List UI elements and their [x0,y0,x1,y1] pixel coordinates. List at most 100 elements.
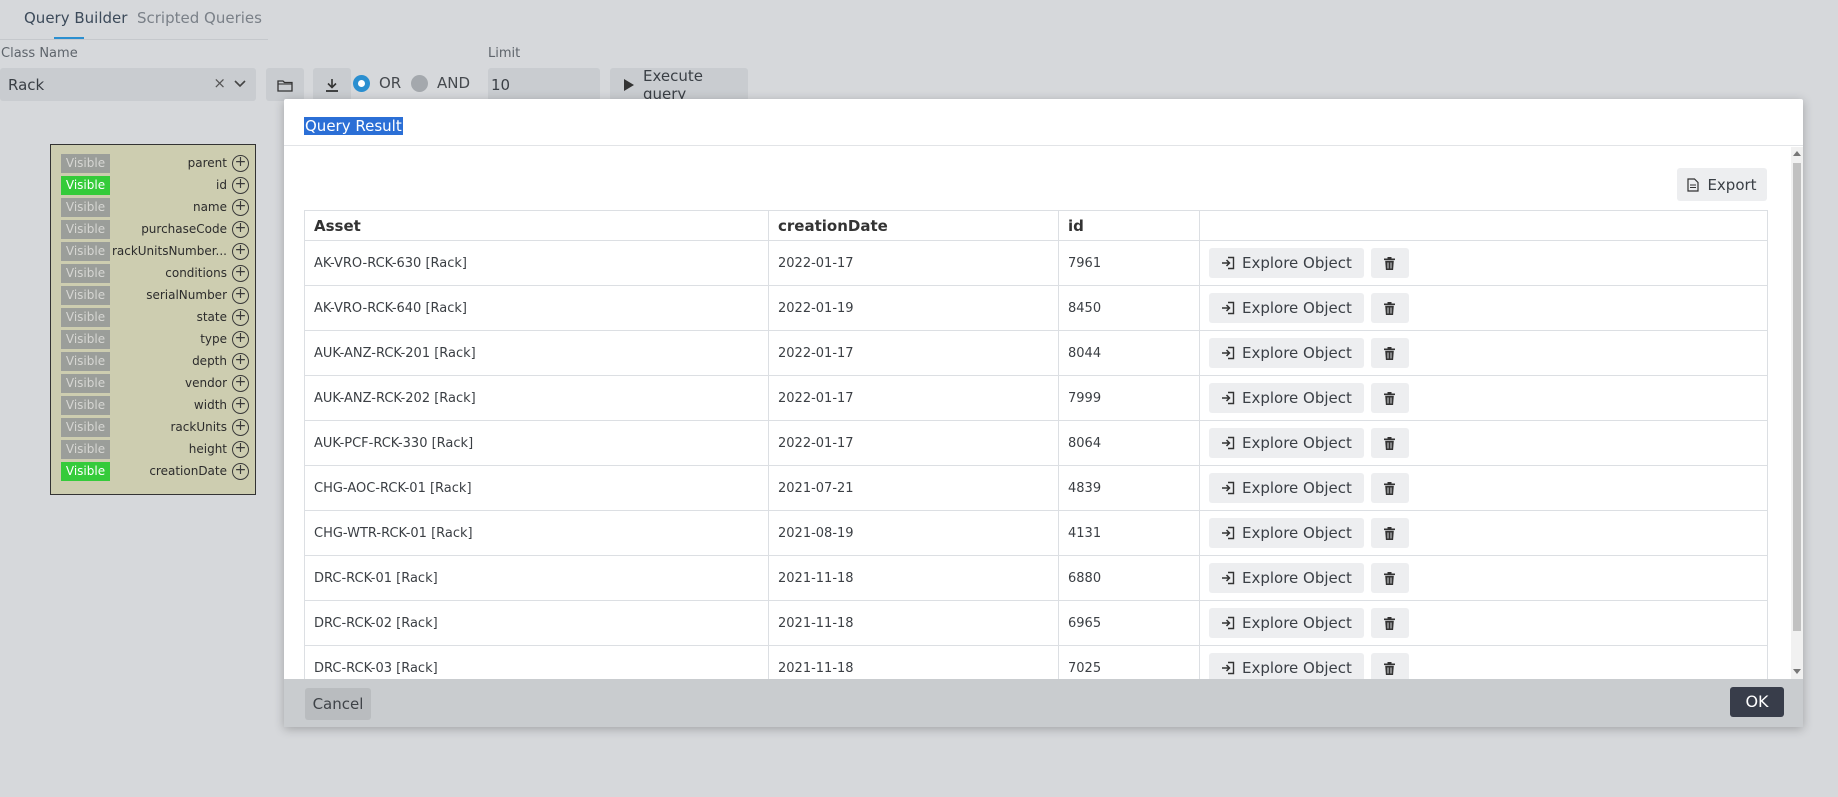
delete-button[interactable] [1370,653,1409,679]
attribute-name: width [193,398,227,412]
visibility-toggle[interactable]: Visible [61,264,110,283]
and-radio[interactable]: AND [411,74,470,92]
add-attribute-icon[interactable]: + [232,177,249,194]
add-attribute-icon[interactable]: + [232,353,249,370]
clear-icon[interactable]: × [213,74,226,92]
ok-button[interactable]: OK [1730,687,1784,717]
add-attribute-icon[interactable]: + [232,331,249,348]
explore-object-button[interactable]: Explore Object [1209,248,1364,278]
explore-object-label: Explore Object [1242,344,1352,362]
scroll-up-arrow-icon[interactable] [1793,151,1801,156]
delete-button[interactable] [1370,428,1409,458]
scroll-down-arrow-icon[interactable] [1793,669,1801,674]
visibility-toggle[interactable]: Visible [61,462,110,481]
attribute-name: type [200,332,227,346]
trash-icon [1384,256,1396,270]
add-attribute-icon[interactable]: + [232,375,249,392]
asset-cell: AUK-ANZ-RCK-202 [Rack] [304,375,769,421]
column-header-asset[interactable]: Asset [304,210,769,241]
execute-query-button[interactable]: Execute query [610,66,748,103]
visibility-toggle[interactable]: Visible [61,308,110,327]
delete-button[interactable] [1370,608,1409,638]
id-cell: 7025 [1058,645,1200,679]
explore-object-button[interactable]: Explore Object [1209,338,1364,368]
delete-button[interactable] [1370,338,1409,368]
or-radio[interactable]: OR [353,74,401,92]
explore-object-button[interactable]: Explore Object [1209,653,1364,679]
add-attribute-icon[interactable]: + [232,155,249,172]
delete-button[interactable] [1370,563,1409,593]
class-name-value: Rack [8,75,45,94]
actions-cell: Explore Object [1199,285,1768,331]
download-button[interactable] [313,68,351,101]
open-folder-button[interactable] [266,68,304,101]
creation-date-cell: 2021-11-18 [768,645,1059,679]
id-cell: 6965 [1058,600,1200,646]
add-attribute-icon[interactable]: + [232,441,249,458]
column-header-id[interactable]: id [1058,210,1200,241]
actions-cell: Explore Object [1199,330,1768,376]
explore-object-button[interactable]: Explore Object [1209,383,1364,413]
delete-button[interactable] [1370,473,1409,503]
add-attribute-icon[interactable]: + [232,221,249,238]
visibility-toggle[interactable]: Visible [61,286,110,305]
add-attribute-icon[interactable]: + [232,419,249,436]
limit-input[interactable]: 10 [488,68,600,101]
visibility-toggle[interactable]: Visible [61,154,110,173]
explore-object-button[interactable]: Explore Object [1209,293,1364,323]
visibility-toggle[interactable]: Visible [61,352,110,371]
visibility-toggle[interactable]: Visible [61,396,110,415]
radio-dot [411,74,428,92]
add-attribute-icon[interactable]: + [232,287,249,304]
attribute-name: rackUnitsNumber... [111,244,227,258]
visibility-toggle[interactable]: Visible [61,418,110,437]
tab-scripted-queries[interactable]: Scripted Queries [137,9,262,27]
tab-query-builder[interactable]: Query Builder [24,9,127,27]
class-name-select[interactable]: Rack × [0,68,256,101]
creation-date-cell: 2022-01-17 [768,420,1059,466]
attribute-row: Visible purchaseCode + [61,220,249,240]
explore-object-button[interactable]: Explore Object [1209,518,1364,548]
actions-cell: Explore Object [1199,600,1768,646]
delete-button[interactable] [1370,293,1409,323]
attribute-row: Visible conditions + [61,264,249,284]
visibility-toggle[interactable]: Visible [61,176,110,195]
trash-icon [1384,391,1396,405]
attribute-row: Visible parent + [61,154,249,174]
creation-date-cell: 2022-01-17 [768,375,1059,421]
visibility-toggle[interactable]: Visible [61,440,110,459]
visibility-toggle[interactable]: Visible [61,198,110,217]
add-attribute-icon[interactable]: + [232,265,249,282]
add-attribute-icon[interactable]: + [232,243,249,260]
explore-object-button[interactable]: Explore Object [1209,428,1364,458]
delete-button[interactable] [1370,383,1409,413]
attribute-name: creationDate [149,464,227,478]
explore-object-button[interactable]: Explore Object [1209,473,1364,503]
id-cell: 8450 [1058,285,1200,331]
visibility-toggle[interactable]: Visible [61,374,110,393]
visibility-toggle[interactable]: Visible [61,330,110,349]
trash-icon [1384,661,1396,675]
add-attribute-icon[interactable]: + [232,309,249,326]
explore-object-button[interactable]: Explore Object [1209,608,1364,638]
attribute-row: Visible type + [61,330,249,350]
table-row: AUK-ANZ-RCK-201 [Rack] 2022-01-17 8044 Expl… [304,330,1768,376]
add-attribute-icon[interactable]: + [232,199,249,216]
scrollbar-thumb[interactable] [1793,163,1801,631]
chevron-down-icon[interactable] [233,77,247,91]
delete-button[interactable] [1370,248,1409,278]
visibility-toggle[interactable]: Visible [61,220,110,239]
asset-cell: DRC-RCK-03 [Rack] [304,645,769,679]
export-button[interactable]: Export [1677,168,1767,201]
result-table: Asset creationDate id AK-VRO-RCK-630 [Ra… [304,210,1768,679]
modal-body: Export Asset creationDate id AK-VRO-RCK-… [284,147,1803,679]
play-icon [624,78,634,91]
execute-query-label: Execute query [643,66,703,103]
column-header-creation-date[interactable]: creationDate [768,210,1059,241]
visibility-toggle[interactable]: Visible [61,242,110,261]
add-attribute-icon[interactable]: + [232,463,249,480]
explore-object-button[interactable]: Explore Object [1209,563,1364,593]
cancel-button[interactable]: Cancel [305,688,371,720]
add-attribute-icon[interactable]: + [232,397,249,414]
delete-button[interactable] [1370,518,1409,548]
